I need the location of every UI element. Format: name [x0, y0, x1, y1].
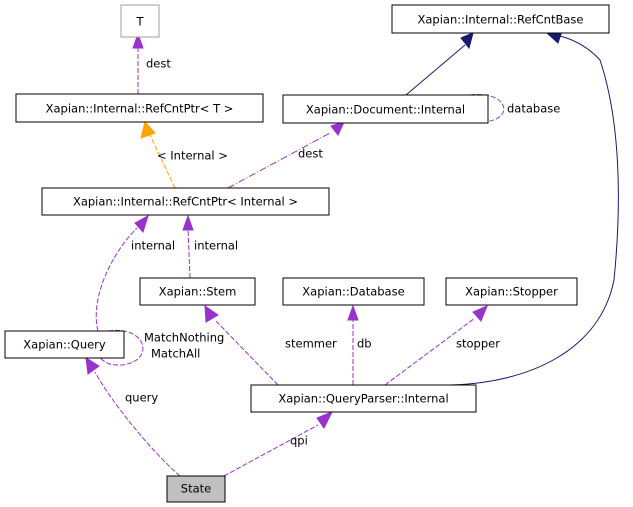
arrowhead-open [85, 357, 100, 375]
node-label-document-internal: Xapian::Document::Internal [306, 103, 465, 117]
node-query[interactable]: Xapian::Query [4, 330, 125, 359]
edge-line [384, 317, 476, 386]
edge-label-query: query [125, 391, 158, 405]
arrowhead-open [134, 214, 149, 233]
node-label-refcntptr-t: Xapian::Internal::RefCntPtr< T > [46, 102, 234, 116]
arrowhead-filled [460, 32, 474, 50]
node-queryparser-internal[interactable]: Xapian::QueryParser::Internal [250, 384, 477, 413]
edge-query: query [85, 357, 181, 477]
class-diagram-canvas: dest < Internal > database dest internal… [0, 0, 633, 507]
arrowhead-open [347, 304, 359, 321]
node-database[interactable]: Xapian::Database [282, 277, 425, 306]
arrowhead-open [182, 214, 194, 231]
edge-line [187, 227, 191, 279]
arrowhead-open [472, 305, 488, 322]
node-label-queryparser-internal: Xapian::QueryParser::Internal [278, 392, 448, 406]
arrowhead-open [330, 121, 345, 136]
edge-label-dest-doc: dest [298, 147, 323, 161]
node-label-stopper: Xapian::Stopper [465, 285, 558, 299]
edge-line [227, 132, 331, 189]
edge-stopper: stopper [384, 305, 500, 386]
edge-label-matchnothing: MatchNothing [144, 331, 224, 345]
edge-label-stopper: stopper [456, 337, 500, 351]
edge-label-database: database [507, 102, 560, 116]
node-label-stem: Xapian::Stem [159, 285, 237, 299]
arrowhead-open [316, 411, 334, 429]
node-refcntptr-t[interactable]: Xapian::Internal::RefCntPtr< T > [15, 93, 264, 123]
edge-inherit-qp-refcntbase [449, 30, 619, 386]
node-document-internal[interactable]: Xapian::Document::Internal [282, 94, 489, 124]
node-label-query: Xapian::Query [23, 338, 106, 352]
diagram-svg: dest < Internal > database dest internal… [4, 4, 619, 503]
edge-template-internal: < Internal > [140, 120, 228, 189]
edge-line [449, 35, 619, 386]
arrowhead-open [204, 305, 219, 323]
node-label-database: Xapian::Database [302, 285, 404, 299]
node-refcntptr-internal[interactable]: Xapian::Internal::RefCntPtr< Internal > [41, 187, 330, 216]
edge-dest-t: dest [132, 32, 171, 94]
edge-line [94, 371, 181, 477]
edge-label-template-internal: < Internal > [157, 149, 228, 163]
node-stopper[interactable]: Xapian::Stopper [445, 277, 578, 306]
edge-label-internal-query: internal [131, 239, 175, 253]
edge-stemmer: stemmer [204, 305, 337, 386]
node-label-refcntbase: Xapian::Internal::RefCntBase [417, 13, 583, 27]
edge-internal-stem: internal [182, 214, 238, 279]
edge-label-qpi: qpi [290, 434, 308, 448]
edge-label-internal-stem: internal [194, 239, 238, 253]
node-stem[interactable]: Xapian::Stem [139, 277, 256, 306]
edge-line [214, 319, 279, 386]
node-label-refcntptr-internal: Xapian::Internal::RefCntPtr< Internal > [73, 195, 298, 209]
edge-label-matchall: MatchAll [151, 347, 200, 361]
node-refcntbase[interactable]: Xapian::Internal::RefCntBase [391, 4, 610, 34]
node-label-t: T [135, 15, 144, 29]
edge-inherit-doc-refcntbase [405, 32, 474, 96]
edge-line [405, 44, 466, 96]
node-t[interactable]: T [120, 4, 160, 38]
edge-label-dest-t: dest [146, 57, 171, 71]
edge-internal-query: internal [95, 214, 175, 332]
edge-label-stemmer: stemmer [285, 337, 337, 351]
edge-qpi: qpi [223, 411, 334, 477]
node-label-state: State [181, 482, 211, 496]
arrowhead-open [140, 120, 156, 139]
edge-label-db: db [357, 337, 372, 351]
node-state[interactable]: State [166, 475, 226, 503]
edge-dest-doc: dest [227, 121, 345, 189]
edge-db: db [347, 304, 372, 385]
